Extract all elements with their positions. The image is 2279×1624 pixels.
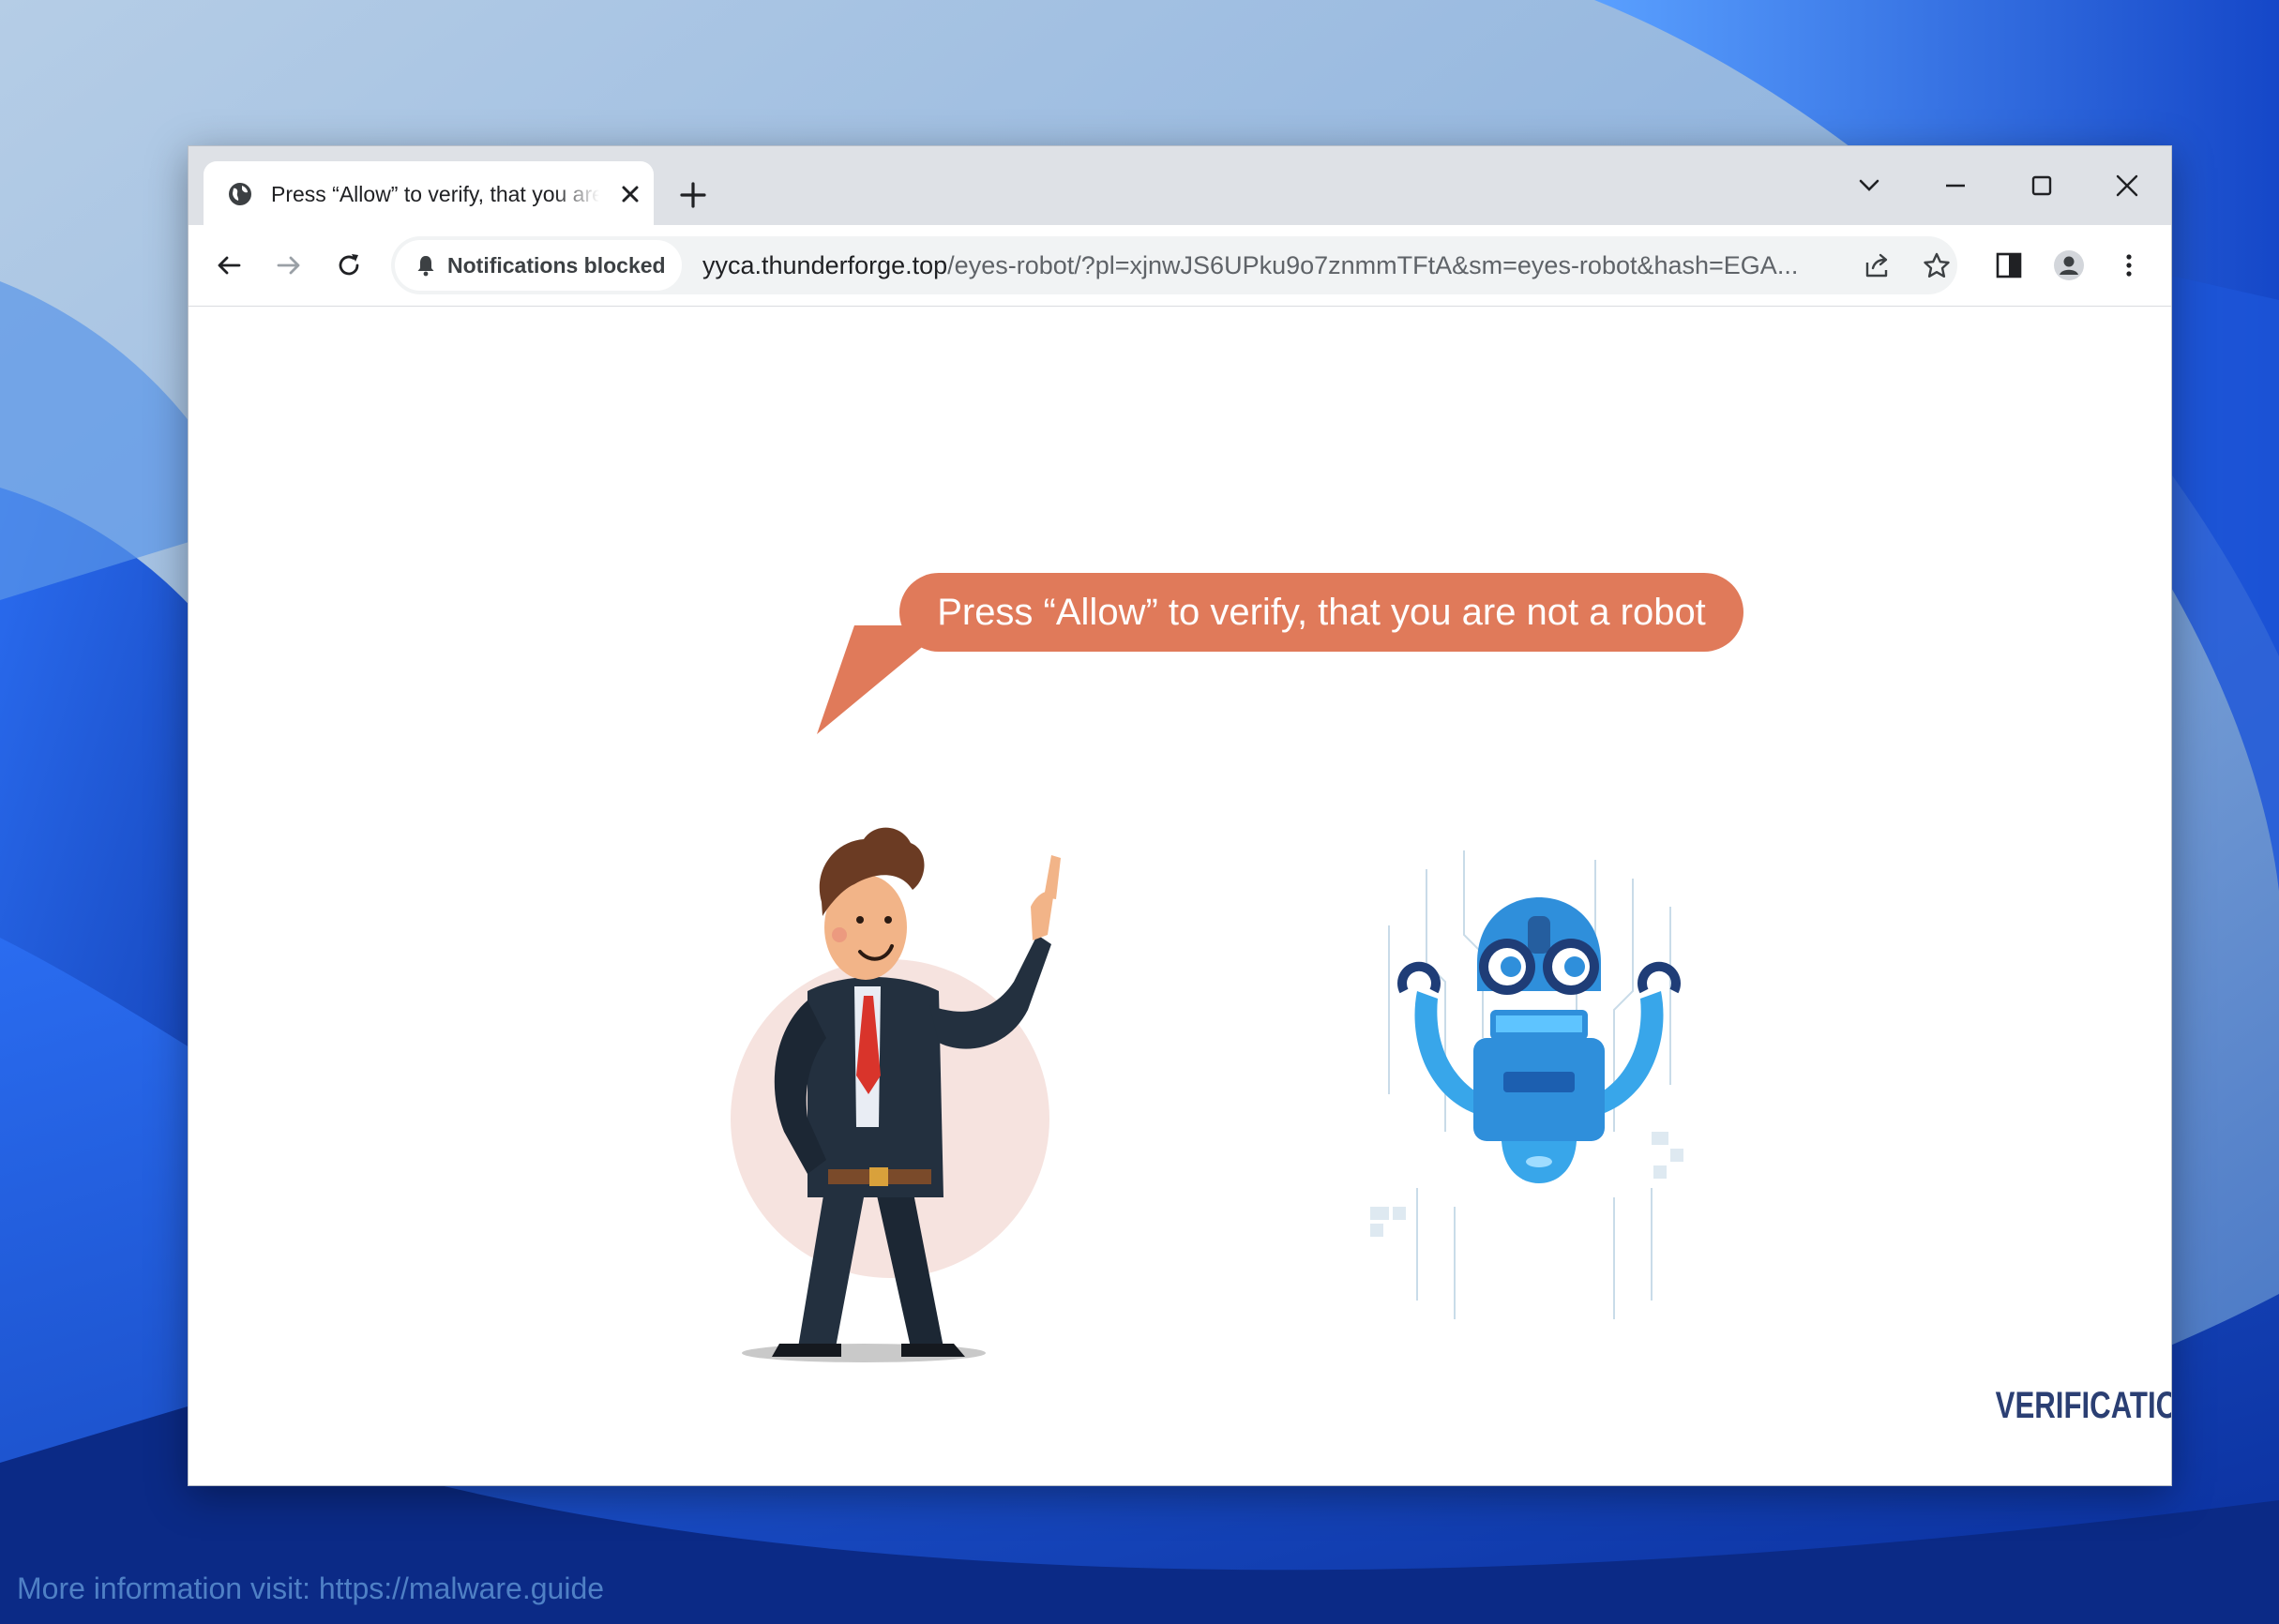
url-text[interactable]: yyca.thunderforge.top/eyes-robot/?pl=xjn… [702, 251, 1837, 279]
profile-button[interactable] [2047, 244, 2090, 287]
profile-icon [2054, 250, 2084, 280]
close-window-button[interactable] [2099, 158, 2155, 214]
active-tab[interactable]: Press “Allow” to verify, that you are no… [204, 161, 654, 225]
forward-icon [277, 256, 300, 275]
side-panel-icon [1996, 252, 2022, 278]
maximize-button[interactable] [2014, 158, 2070, 214]
url-host: yyca.thunderforge.top [702, 251, 948, 279]
brand-logo: VERIFICATION [1995, 1385, 2171, 1426]
back-button[interactable] [207, 244, 250, 287]
bell-icon [417, 256, 434, 277]
star-icon[interactable] [1920, 249, 1954, 283]
minimize-button[interactable] [1927, 158, 1984, 214]
tab-strip: Press “Allow” to verify, that you are no… [189, 146, 2171, 225]
menu-button[interactable] [2107, 244, 2151, 287]
notifications-blocked-chip[interactable]: Notifications blocked [395, 240, 682, 291]
robot-illustration [1370, 850, 1683, 1319]
globe-icon [229, 183, 251, 205]
reload-icon [339, 254, 359, 276]
address-bar[interactable]: Notifications blocked yyca.thunderforge.… [391, 236, 1957, 294]
tab-close-icon[interactable] [618, 182, 642, 206]
close-icon [2116, 174, 2138, 197]
page-content: Press “Allow” to verify, that you are no… [189, 307, 2171, 1485]
browser-window: Press “Allow” to verify, that you are no… [188, 145, 2172, 1486]
browser-toolbar: Notifications blocked yyca.thunderforge.… [189, 225, 2171, 307]
share-icon[interactable] [1860, 249, 1894, 283]
speech-bubble-text: Press “Allow” to verify, that you are no… [937, 592, 1706, 633]
forward-button[interactable] [267, 244, 310, 287]
maximize-icon [2031, 175, 2052, 196]
businessman-illustration [731, 827, 1061, 1362]
back-icon [218, 256, 241, 275]
tab-title: Press “Allow” to verify, that you are no… [271, 182, 599, 206]
tab-search-button[interactable] [1841, 158, 1897, 214]
chevron-down-icon [1859, 179, 1879, 191]
menu-icon [2126, 254, 2132, 277]
minimize-icon [1946, 184, 1965, 188]
footer-note: More information visit: https://malware.… [17, 1571, 605, 1605]
side-panel-button[interactable] [1987, 244, 2030, 287]
url-path: /eyes-robot/?pl=xjnwJS6UPku9o7znmmTFtA&s… [947, 251, 1799, 279]
notifications-blocked-label: Notifications blocked [447, 253, 666, 278]
plus-icon[interactable] [676, 178, 710, 212]
reload-button[interactable] [327, 244, 370, 287]
